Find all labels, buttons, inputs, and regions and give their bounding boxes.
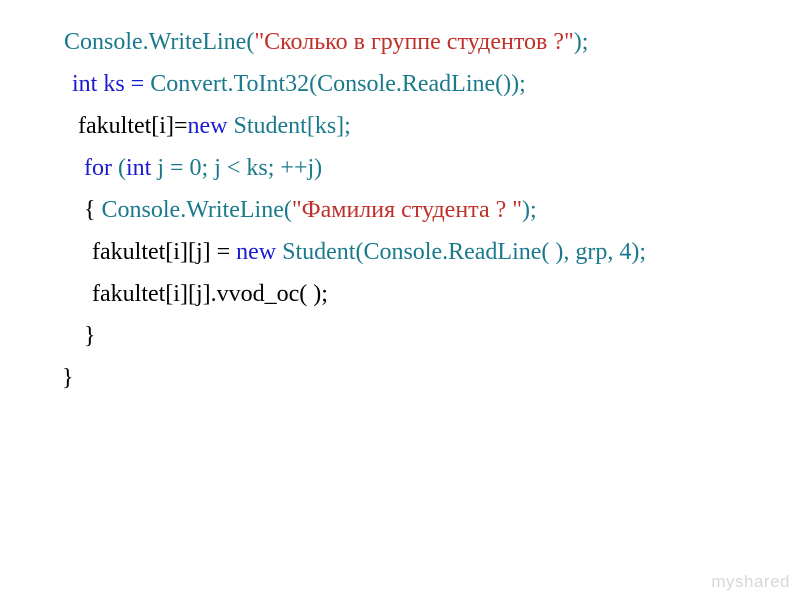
code-token: int ks =	[72, 71, 144, 97]
code-token: (	[112, 155, 126, 181]
code-token: );	[522, 197, 537, 223]
code-token: }	[62, 365, 74, 391]
code-line-6: fakultet[i][j] = new Student(Console.Rea…	[92, 240, 760, 264]
code-token: fakultet[i]=	[78, 113, 188, 139]
code-token: );	[574, 29, 589, 55]
code-line-8: }	[84, 324, 760, 348]
code-line-9: }	[62, 366, 760, 390]
code-token: }	[84, 323, 96, 349]
code-line-2: int ks = Convert.ToInt32(Console.ReadLin…	[72, 72, 760, 96]
code-token: new	[236, 239, 276, 265]
code-line-5: { Console.WriteLine("Фамилия студента ? …	[84, 198, 760, 222]
code-token: Student(Console.ReadLine( ), grp, 4);	[276, 239, 646, 265]
code-line-4: for (int j = 0; j < ks; ++j)	[84, 156, 760, 180]
code-line-1: Console.WriteLine("Сколько в группе студ…	[64, 30, 760, 54]
code-line-3: fakultet[i]=new Student[ks];	[78, 114, 760, 138]
code-token: j = 0; j < ks; ++j)	[151, 155, 322, 181]
code-token: Console.WriteLine(	[64, 29, 254, 55]
code-token: Student[ks];	[227, 113, 350, 139]
code-token: fakultet[i][j].vvod_oc( );	[92, 281, 328, 307]
code-token: new	[188, 113, 228, 139]
code-token: fakultet[i][j] =	[92, 239, 236, 265]
code-slide: Console.WriteLine("Сколько в группе студ…	[0, 0, 800, 438]
code-line-7: fakultet[i][j].vvod_oc( );	[92, 282, 760, 306]
code-token: "Сколько в группе студентов ?"	[254, 29, 573, 55]
code-token: {	[84, 197, 96, 223]
code-token: int	[126, 155, 151, 181]
code-token: Console.WriteLine(	[96, 197, 292, 223]
code-token: "Фамилия студента ? "	[292, 197, 522, 223]
code-token: Convert.ToInt32(Console.ReadLine());	[144, 71, 526, 97]
watermark-text: myshared	[711, 572, 790, 592]
code-token: for	[84, 155, 112, 181]
